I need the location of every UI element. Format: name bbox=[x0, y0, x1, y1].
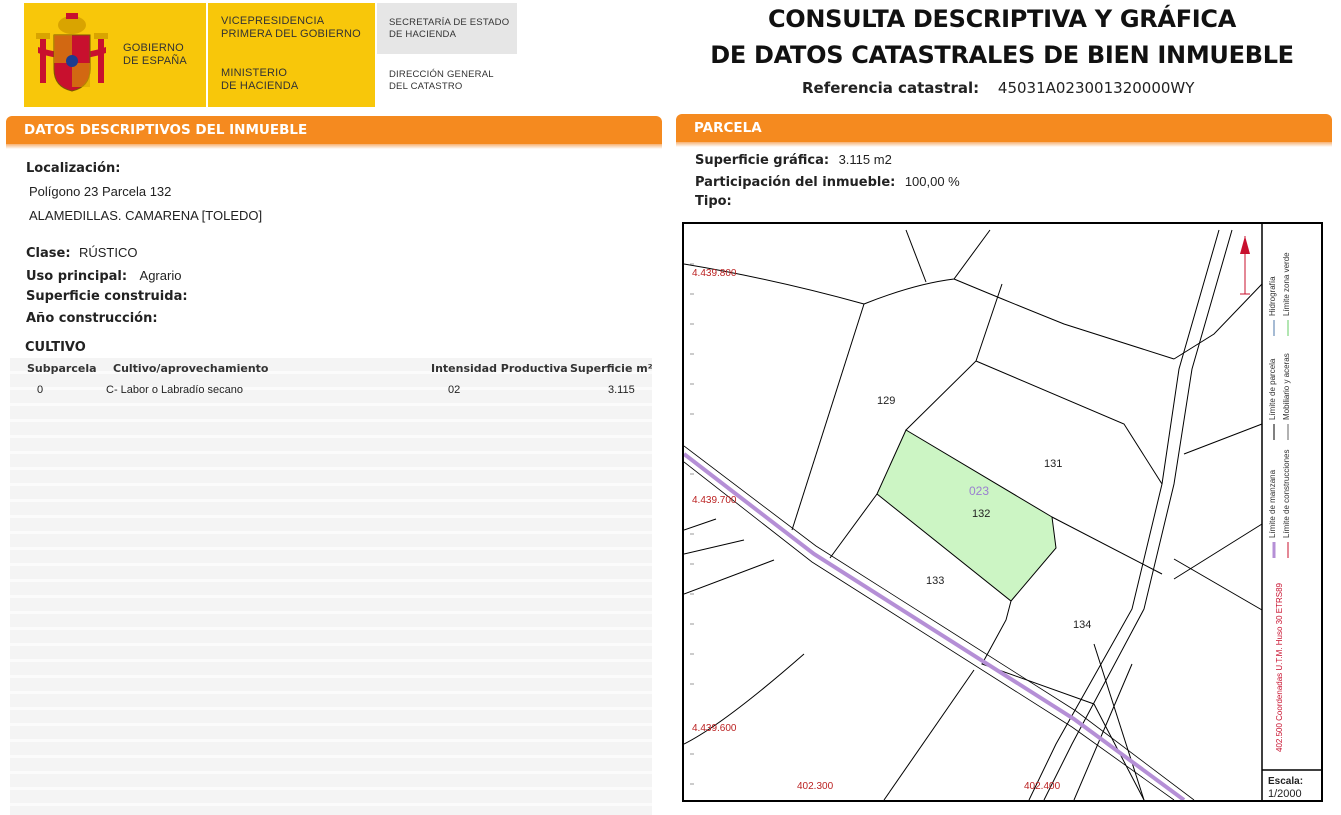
table-header-intensidad: Intensidad Productiva bbox=[431, 362, 568, 375]
uso-label: Uso principal: bbox=[26, 269, 128, 284]
parcel-131-label[interactable]: 131 bbox=[1044, 458, 1062, 470]
direccion-line2: DEL CATASTRO bbox=[389, 81, 463, 92]
north-arrow-icon bbox=[1240, 236, 1250, 295]
clase-row: Clase: RÚSTICO bbox=[26, 244, 137, 262]
legend-hidrografia: Hidrografía bbox=[1268, 276, 1277, 316]
legend-manzana: Límite de manzana bbox=[1268, 469, 1277, 538]
legend-mobiliario: Mobiliario y aceras bbox=[1282, 353, 1291, 420]
secretaria-line2: DE HACIENDA bbox=[389, 29, 457, 40]
table-header-subparcela: Subparcela bbox=[27, 362, 97, 375]
uso-row: Uso principal: Agrario bbox=[26, 267, 181, 285]
gov-espana-line2: DE ESPAÑA bbox=[123, 55, 187, 67]
tipo-label: Tipo: bbox=[695, 194, 732, 209]
vicepresidencia-line1: VICEPRESIDENCIA bbox=[221, 15, 325, 27]
ref-label: Referencia catastral: bbox=[802, 79, 980, 97]
legend-zona-verde: Límite zona verde bbox=[1282, 252, 1291, 316]
referencia-catastral: Referencia catastral: 45031A023001320000… bbox=[802, 79, 1194, 97]
coat-of-arms-icon bbox=[34, 3, 110, 107]
escala-value: 1/2000 bbox=[1268, 788, 1302, 800]
participacion-value: 100,00 % bbox=[904, 174, 960, 189]
legend-construcciones: Límite de construcciones bbox=[1282, 449, 1291, 539]
table-cell-intensidad: 02 bbox=[448, 384, 461, 396]
parcel-129-label[interactable]: 129 bbox=[877, 395, 895, 407]
table-cell-subparcela: 0 bbox=[37, 384, 44, 396]
coord-x-402300: 402.300 bbox=[797, 781, 834, 792]
ministerio-line2: DE HACIENDA bbox=[221, 80, 299, 92]
secretaria-line1: SECRETARÍA DE ESTADO bbox=[389, 17, 510, 28]
parcel-132-label[interactable]: 132 bbox=[972, 508, 990, 520]
localizacion-label: Localización: bbox=[26, 161, 121, 176]
legend-coordinates: 402.500 Coordenadas U.T.M. Huso 30 ETRS8… bbox=[1275, 583, 1284, 752]
ref-value: 45031A023001320000WY bbox=[997, 79, 1195, 97]
section-bar-descriptivos: DATOS DESCRIPTIVOS DEL INMUEBLE bbox=[6, 116, 662, 149]
direccion-general-block: DIRECCIÓN GENERAL DEL CATASTRO bbox=[389, 69, 494, 93]
coord-x-402400: 402.400 bbox=[1024, 781, 1061, 792]
participacion-row: Participación del inmueble: 100,00 % bbox=[695, 173, 960, 191]
localizacion-line2: ALAMEDILLAS. CAMARENA [TOLEDO] bbox=[29, 208, 263, 223]
page-title-line2: DE DATOS CATASTRALES DE BIEN INMUEBLE bbox=[710, 41, 1294, 69]
clase-value: RÚSTICO bbox=[78, 245, 138, 260]
sup-grafica-label: Superficie gráfica: bbox=[695, 153, 830, 168]
clase-label: Clase: bbox=[26, 246, 71, 261]
vicepresidencia-line2: PRIMERA DEL GOBIERNO bbox=[221, 28, 361, 40]
cultivo-title: CULTIVO bbox=[25, 340, 86, 355]
government-logo-block: GOBIERNO DE ESPAÑA VICEPRESIDENCIA PRIME… bbox=[24, 3, 375, 107]
table-cell-superficie: 3.115 bbox=[608, 384, 635, 396]
participacion-label: Participación del inmueble: bbox=[695, 175, 896, 190]
page-title-line1: CONSULTA DESCRIPTIVA Y GRÁFICA bbox=[767, 5, 1237, 33]
parcel-134-label[interactable]: 134 bbox=[1073, 619, 1091, 631]
coord-y-4439600: 4.439.600 bbox=[692, 723, 737, 734]
coord-y-4439700: 4.439.700 bbox=[692, 495, 737, 506]
superficie-construida-label: Superficie construida: bbox=[26, 289, 188, 304]
coord-y-4439800: 4.439.800 bbox=[692, 268, 737, 279]
section-title-parcela: PARCELA bbox=[694, 120, 762, 136]
gov-espana-line1: GOBIERNO bbox=[123, 42, 184, 54]
ministerio-line1: MINISTERIO bbox=[221, 67, 288, 79]
ano-construccion-label: Año construcción: bbox=[26, 311, 158, 326]
legend-parcela: Límite de parcela bbox=[1268, 358, 1277, 420]
table-cell-cultivo: C- Labor o Labradío secano bbox=[106, 384, 243, 396]
table-header-cultivo: Cultivo/aprovechamiento bbox=[113, 362, 269, 375]
escala-label: Escala: bbox=[1268, 776, 1304, 787]
table-header-superficie: Superficie m² bbox=[570, 362, 653, 375]
uso-value: Agrario bbox=[139, 268, 182, 283]
poligono-label: 023 bbox=[969, 484, 990, 498]
parcel-133-label[interactable]: 133 bbox=[926, 575, 944, 587]
localizacion-line1: Polígono 23 Parcela 132 bbox=[29, 184, 172, 199]
cultivo-table bbox=[10, 358, 652, 815]
sup-grafica-value: 3.115 m2 bbox=[838, 152, 892, 167]
cadastral-map[interactable]: 4.439.800 4.439.700 4.439.600 402.300 40… bbox=[682, 222, 1323, 802]
section-title-descriptivos: DATOS DESCRIPTIVOS DEL INMUEBLE bbox=[24, 122, 308, 138]
secretaria-block: SECRETARÍA DE ESTADO DE HACIENDA bbox=[377, 3, 517, 54]
direccion-line1: DIRECCIÓN GENERAL bbox=[389, 69, 494, 80]
section-bar-parcela: PARCELA bbox=[676, 114, 1332, 147]
sup-grafica-row: Superficie gráfica: 3.115 m2 bbox=[695, 151, 892, 169]
